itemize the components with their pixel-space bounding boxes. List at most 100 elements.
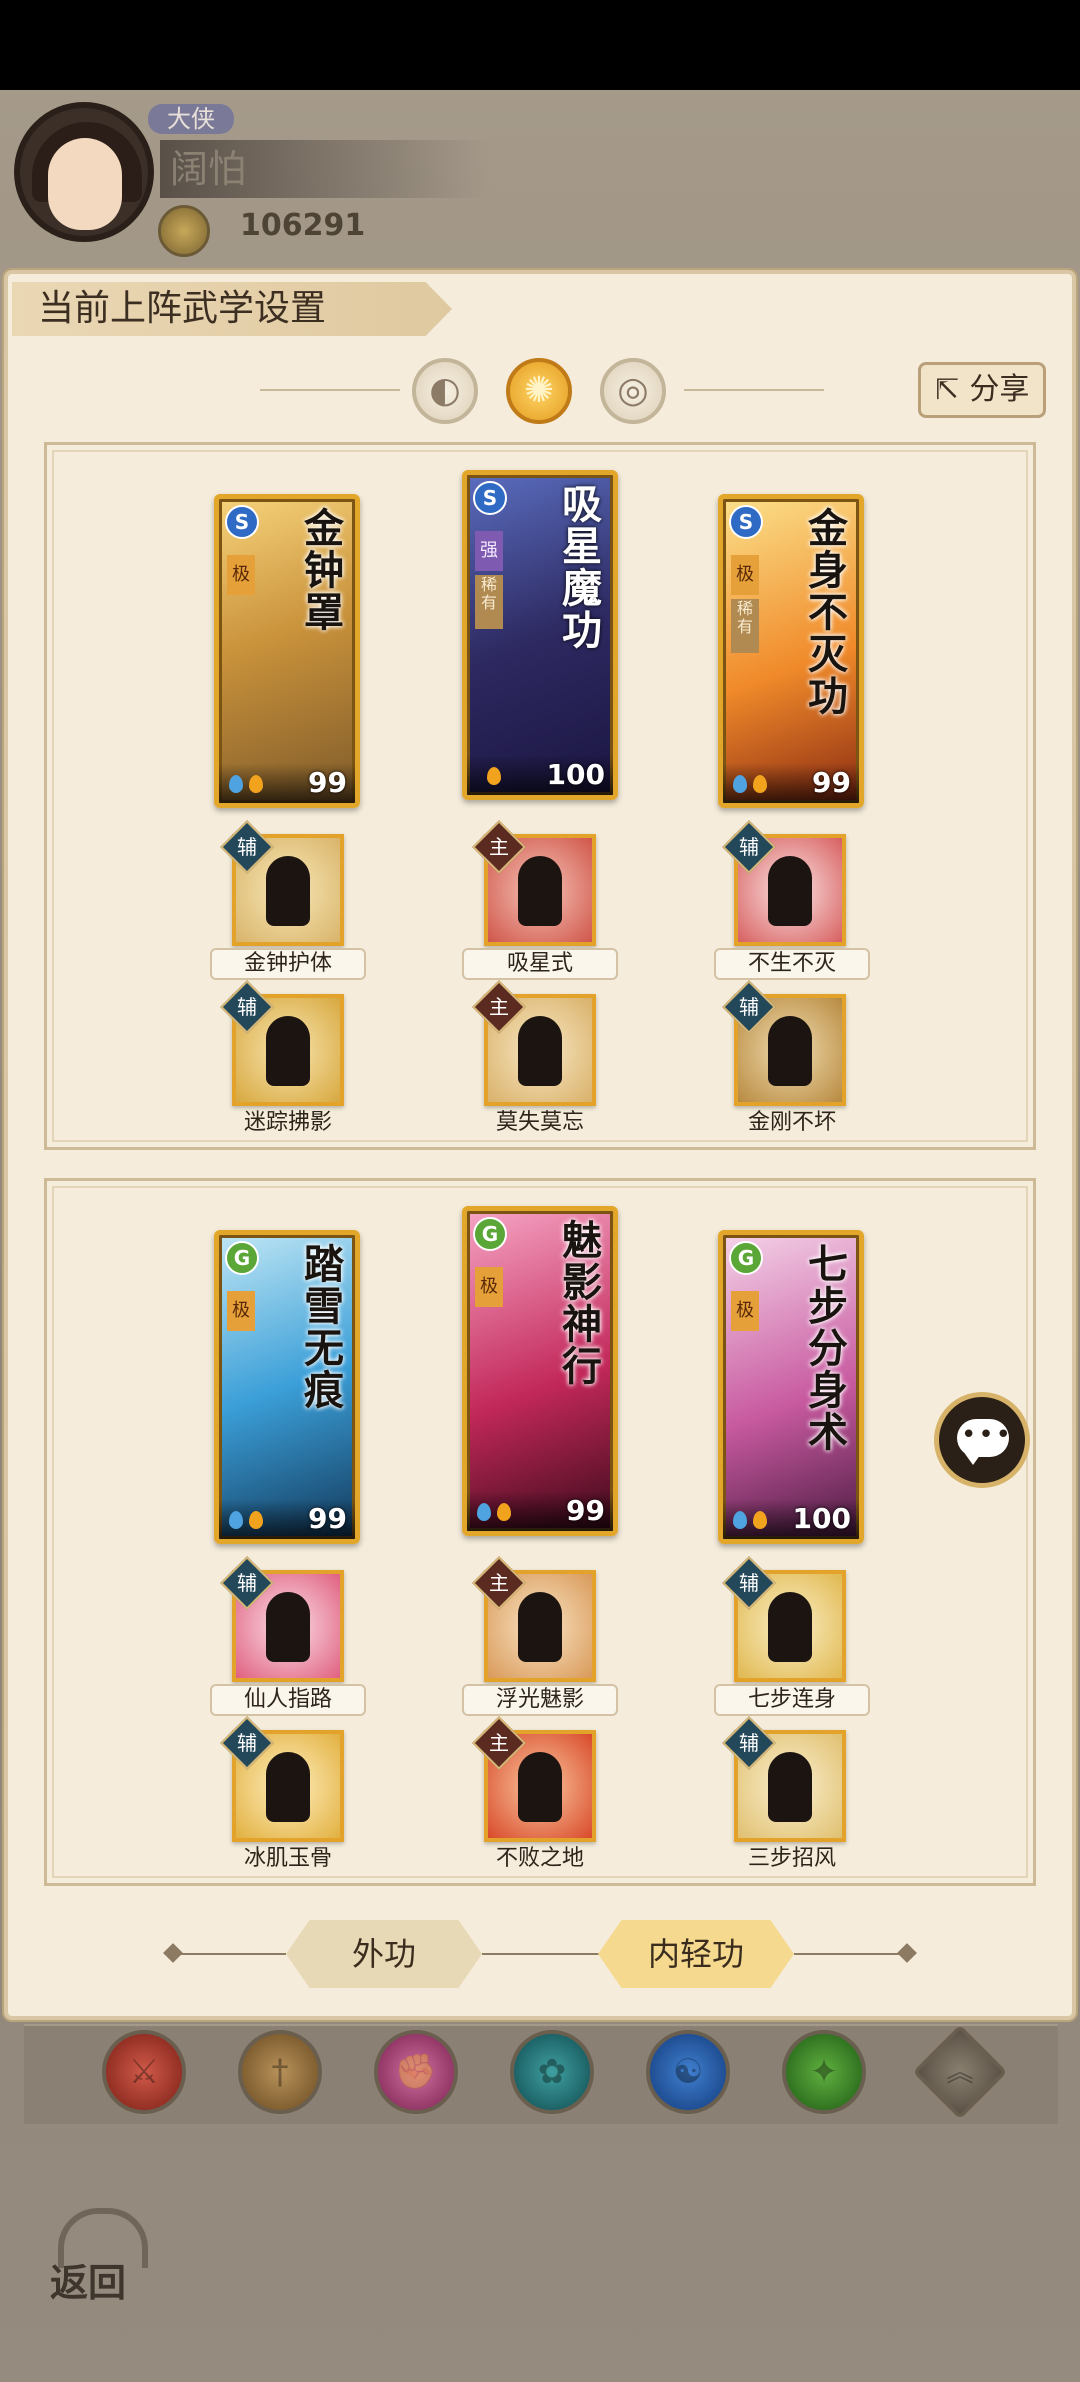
- skill-name: 莫失莫忘: [495, 1110, 584, 1135]
- flame-icon: [753, 1511, 767, 1529]
- swirl-icon: ✦: [809, 2052, 839, 2092]
- coin-icon: [158, 205, 210, 257]
- skill-icon[interactable]: 主: [472, 980, 596, 1106]
- skill-name: 浮光魅影: [462, 1684, 618, 1716]
- skill-silhouette: [266, 1592, 310, 1662]
- ring-icon: ◎: [617, 370, 649, 411]
- sword-category-button[interactable]: ⚔: [102, 2030, 186, 2114]
- card-level: 99: [308, 766, 347, 799]
- back-button[interactable]: 返回: [40, 2200, 160, 2310]
- tab-inner-light-skill[interactable]: 内轻功: [598, 1920, 794, 1988]
- skill-name: 仙人指路: [210, 1684, 366, 1716]
- skill-silhouette: [266, 1016, 310, 1086]
- card-name: 吸星魔功: [555, 483, 602, 651]
- coin-count: 106291: [240, 208, 366, 243]
- qinggong-category-button[interactable]: ✦: [782, 2030, 866, 2114]
- flame-icon: [249, 1511, 263, 1529]
- skill-card[interactable]: S 极 金钟罩 99: [214, 494, 360, 808]
- skill-icon[interactable]: 辅: [722, 1556, 846, 1682]
- skill-name: 金刚不坏: [747, 1110, 836, 1135]
- fan-category-button[interactable]: ✿: [510, 2030, 594, 2114]
- skill-name: 金钟护体: [210, 948, 366, 980]
- tab-divider-right: [794, 1953, 904, 1955]
- skill-icon[interactable]: 辅: [722, 980, 846, 1106]
- skill-icon[interactable]: 辅: [220, 1716, 344, 1842]
- water-icon: [229, 775, 243, 793]
- water-icon: [229, 1511, 243, 1529]
- rarity-badge: 强: [475, 531, 503, 571]
- water-icon: [733, 775, 747, 793]
- neigong-category-button[interactable]: ☯: [646, 2030, 730, 2114]
- mode-divider-right: [684, 389, 824, 391]
- skill-icon[interactable]: 辅: [722, 1716, 846, 1842]
- skill-name: 吸星式: [462, 948, 618, 980]
- fan-icon: ✿: [537, 2052, 567, 2092]
- sword-icon: ⚔: [128, 2052, 160, 2092]
- skill-icon[interactable]: 辅: [220, 820, 344, 946]
- skill-silhouette: [518, 1592, 562, 1662]
- card-level: 99: [812, 766, 851, 799]
- skill-card[interactable]: G 极 魅影神行 99: [462, 1206, 618, 1536]
- mode-ring-button[interactable]: ◎: [600, 358, 666, 424]
- skill-card[interactable]: S 强 稀有 吸星魔功 100: [462, 470, 618, 800]
- skill-silhouette: [768, 1752, 812, 1822]
- skill-name: 冰肌玉骨: [243, 1846, 332, 1871]
- flame-icon: [487, 767, 501, 785]
- tab-divider-left: [176, 1953, 286, 1955]
- player-name: 阔怕: [160, 140, 490, 198]
- panel-title: 当前上阵武学设置: [12, 282, 452, 336]
- card-level: 100: [792, 1502, 851, 1535]
- share-icon: ⇱: [934, 372, 960, 407]
- fist-icon: ✊: [394, 2052, 438, 2092]
- skill-silhouette: [266, 1752, 310, 1822]
- share-button[interactable]: ⇱ 分享: [918, 362, 1046, 418]
- skill-card[interactable]: S 极 稀有 金身不灭功 99: [718, 494, 864, 808]
- skill-name: 不败之地: [495, 1846, 584, 1871]
- neigong-type-icon: S: [729, 505, 763, 539]
- rarity-badge: 极: [227, 555, 255, 595]
- skill-silhouette: [768, 856, 812, 926]
- card-name: 金钟罩: [297, 507, 344, 633]
- chat-button[interactable]: •••: [934, 1392, 1030, 1488]
- player-rank: 大侠: [148, 104, 234, 134]
- skill-name: 七步连身: [714, 1684, 870, 1716]
- skill-icon[interactable]: 辅: [722, 820, 846, 946]
- skill-icon[interactable]: 主: [472, 1556, 596, 1682]
- skill-silhouette: [768, 1016, 812, 1086]
- flame-icon: [249, 775, 263, 793]
- fist-category-button[interactable]: ✊: [374, 2030, 458, 2114]
- mode-sun-button[interactable]: ✺: [506, 358, 572, 424]
- skill-silhouette: [518, 1752, 562, 1822]
- skill-silhouette: [266, 856, 310, 926]
- qinggong-type-icon: G: [473, 1217, 507, 1251]
- rarity-badge: 极: [731, 555, 759, 595]
- flame-icon: [497, 1503, 511, 1521]
- skill-silhouette: [768, 1592, 812, 1662]
- flame-icon: [753, 775, 767, 793]
- card-level: 100: [546, 758, 605, 791]
- moon-icon: ◐: [429, 370, 461, 411]
- skill-icon[interactable]: 主: [472, 820, 596, 946]
- card-level: 99: [566, 1494, 605, 1527]
- card-name: 踏雪无痕: [297, 1243, 344, 1411]
- player-avatar[interactable]: [14, 102, 154, 242]
- skill-card[interactable]: G 极 七步分身术 100: [718, 1230, 864, 1544]
- mode-moon-button[interactable]: ◐: [412, 358, 478, 424]
- yin-yang-icon: ☯: [672, 2052, 704, 2092]
- rarity-badge: 极: [475, 1267, 503, 1307]
- rare-tag: 稀有: [475, 575, 503, 629]
- skill-card[interactable]: G 极 踏雪无痕 99: [214, 1230, 360, 1544]
- rarity-badge: 极: [227, 1291, 255, 1331]
- water-icon: [477, 1503, 491, 1521]
- blade-category-button[interactable]: †: [238, 2030, 322, 2114]
- skill-icon[interactable]: 主: [472, 1716, 596, 1842]
- sun-icon: ✺: [523, 370, 555, 411]
- card-name: 金身不灭功: [801, 507, 848, 717]
- skill-icon[interactable]: 辅: [220, 1556, 344, 1682]
- chevron-up-icon: ︽: [946, 2056, 974, 2088]
- skill-name: 迷踪拂影: [243, 1110, 332, 1135]
- avatar-face: [48, 138, 122, 230]
- skill-icon[interactable]: 辅: [220, 980, 344, 1106]
- card-name: 七步分身术: [801, 1243, 848, 1453]
- tab-outer-skill[interactable]: 外功: [286, 1920, 482, 1988]
